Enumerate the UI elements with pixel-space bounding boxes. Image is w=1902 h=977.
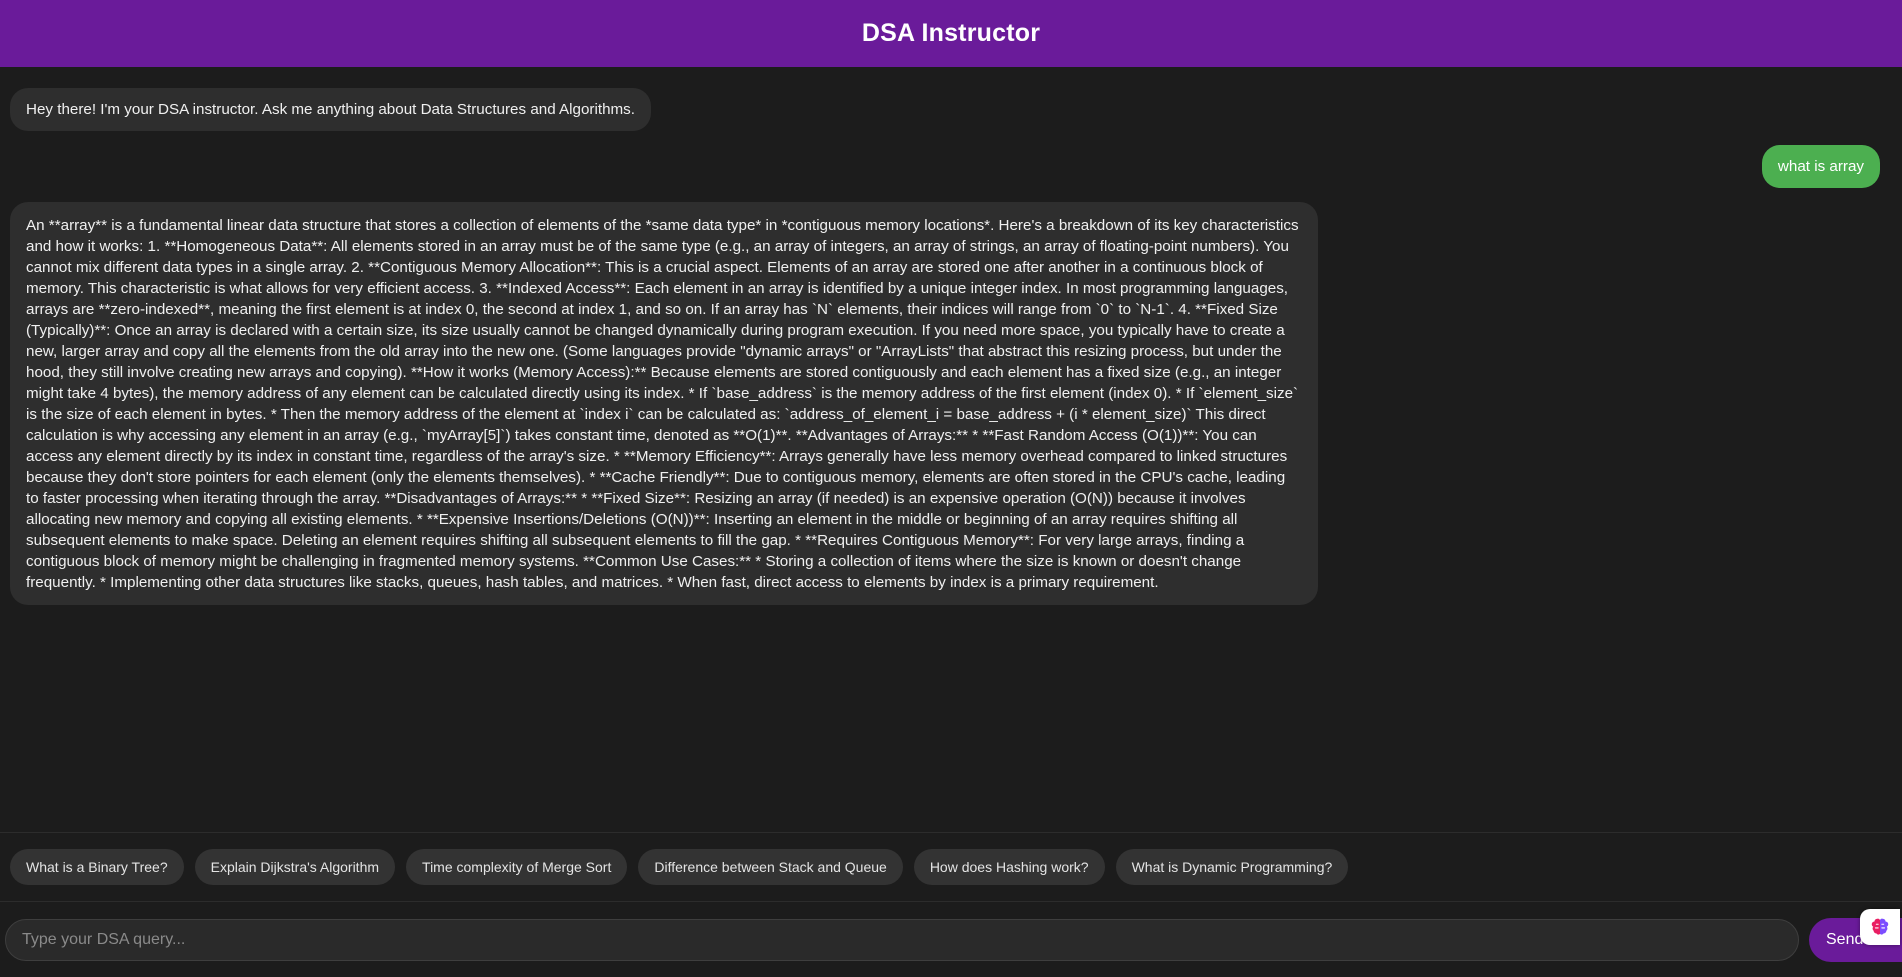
suggestion-chip-merge-sort[interactable]: Time complexity of Merge Sort	[406, 849, 628, 885]
suggestion-chip-dynamic-programming[interactable]: What is Dynamic Programming?	[1115, 849, 1349, 885]
brain-icon[interactable]	[1860, 909, 1900, 945]
input-bar: Send	[0, 902, 1902, 977]
suggestion-chip-dijkstra[interactable]: Explain Dijkstra's Algorithm	[194, 849, 396, 885]
suggestion-chip-stack-vs-queue[interactable]: Difference between Stack and Queue	[638, 849, 903, 885]
query-input[interactable]	[5, 918, 1799, 961]
user-message: what is array	[1761, 145, 1880, 188]
app-window: DSA Instructor Hey there! I'm your DSA i…	[0, 0, 1902, 977]
suggestion-chips: What is a Binary Tree? Explain Dijkstra'…	[0, 833, 1902, 901]
bot-message-greeting: Hey there! I'm your DSA instructor. Ask …	[10, 88, 651, 131]
suggestion-chip-binary-tree[interactable]: What is a Binary Tree?	[10, 849, 184, 885]
bot-message-answer: An **array** is a fundamental linear dat…	[10, 202, 1318, 605]
app-header: DSA Instructor	[0, 0, 1902, 67]
app-title: DSA Instructor	[861, 19, 1041, 47]
chat-history[interactable]: Hey there! I'm your DSA instructor. Ask …	[0, 67, 1902, 832]
suggestion-chip-hashing[interactable]: How does Hashing work?	[913, 849, 1105, 885]
